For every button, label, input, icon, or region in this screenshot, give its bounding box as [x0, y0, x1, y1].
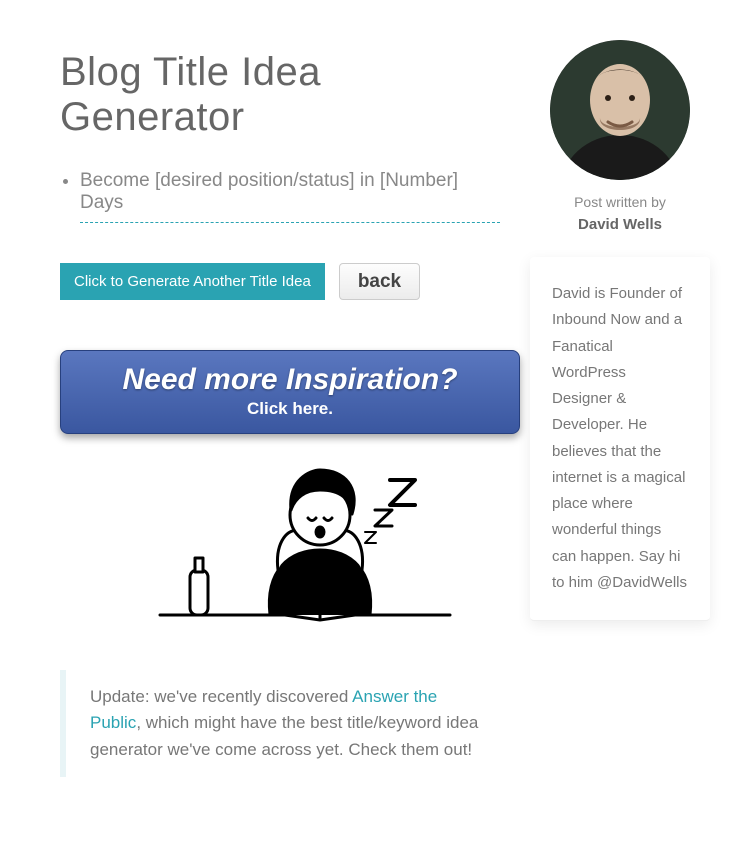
idea-list: Become [desired position/status] in [Num…: [80, 170, 500, 223]
author-name[interactable]: David Wells: [530, 216, 710, 233]
sleeping-reader-illustration: [60, 440, 520, 640]
inspiration-headline: Need more Inspiration?: [61, 363, 519, 397]
inspiration-banner[interactable]: Need more Inspiration? Click here.: [60, 350, 520, 434]
note-text-before: Update: we've recently discovered: [90, 687, 352, 706]
generated-idea: Become [desired position/status] in [Num…: [80, 170, 500, 223]
author-bio: David is Founder of Inbound Now and a Fa…: [530, 257, 710, 621]
update-note: Update: we've recently discovered Answer…: [60, 670, 500, 777]
button-row: Click to Generate Another Title Idea bac…: [60, 263, 500, 300]
page-title: Blog Title Idea Generator: [60, 50, 500, 140]
author-sidebar: Post written by David Wells David is Fou…: [500, 40, 710, 777]
inspiration-subline: Click here.: [61, 399, 519, 419]
author-avatar: [550, 40, 690, 180]
byline-label: Post written by: [574, 194, 666, 210]
generate-button[interactable]: Click to Generate Another Title Idea: [60, 263, 325, 300]
note-text-after: , which might have the best title/keywor…: [90, 713, 478, 758]
author-byline: Post written by David Wells: [530, 194, 710, 233]
back-button[interactable]: back: [339, 263, 420, 300]
